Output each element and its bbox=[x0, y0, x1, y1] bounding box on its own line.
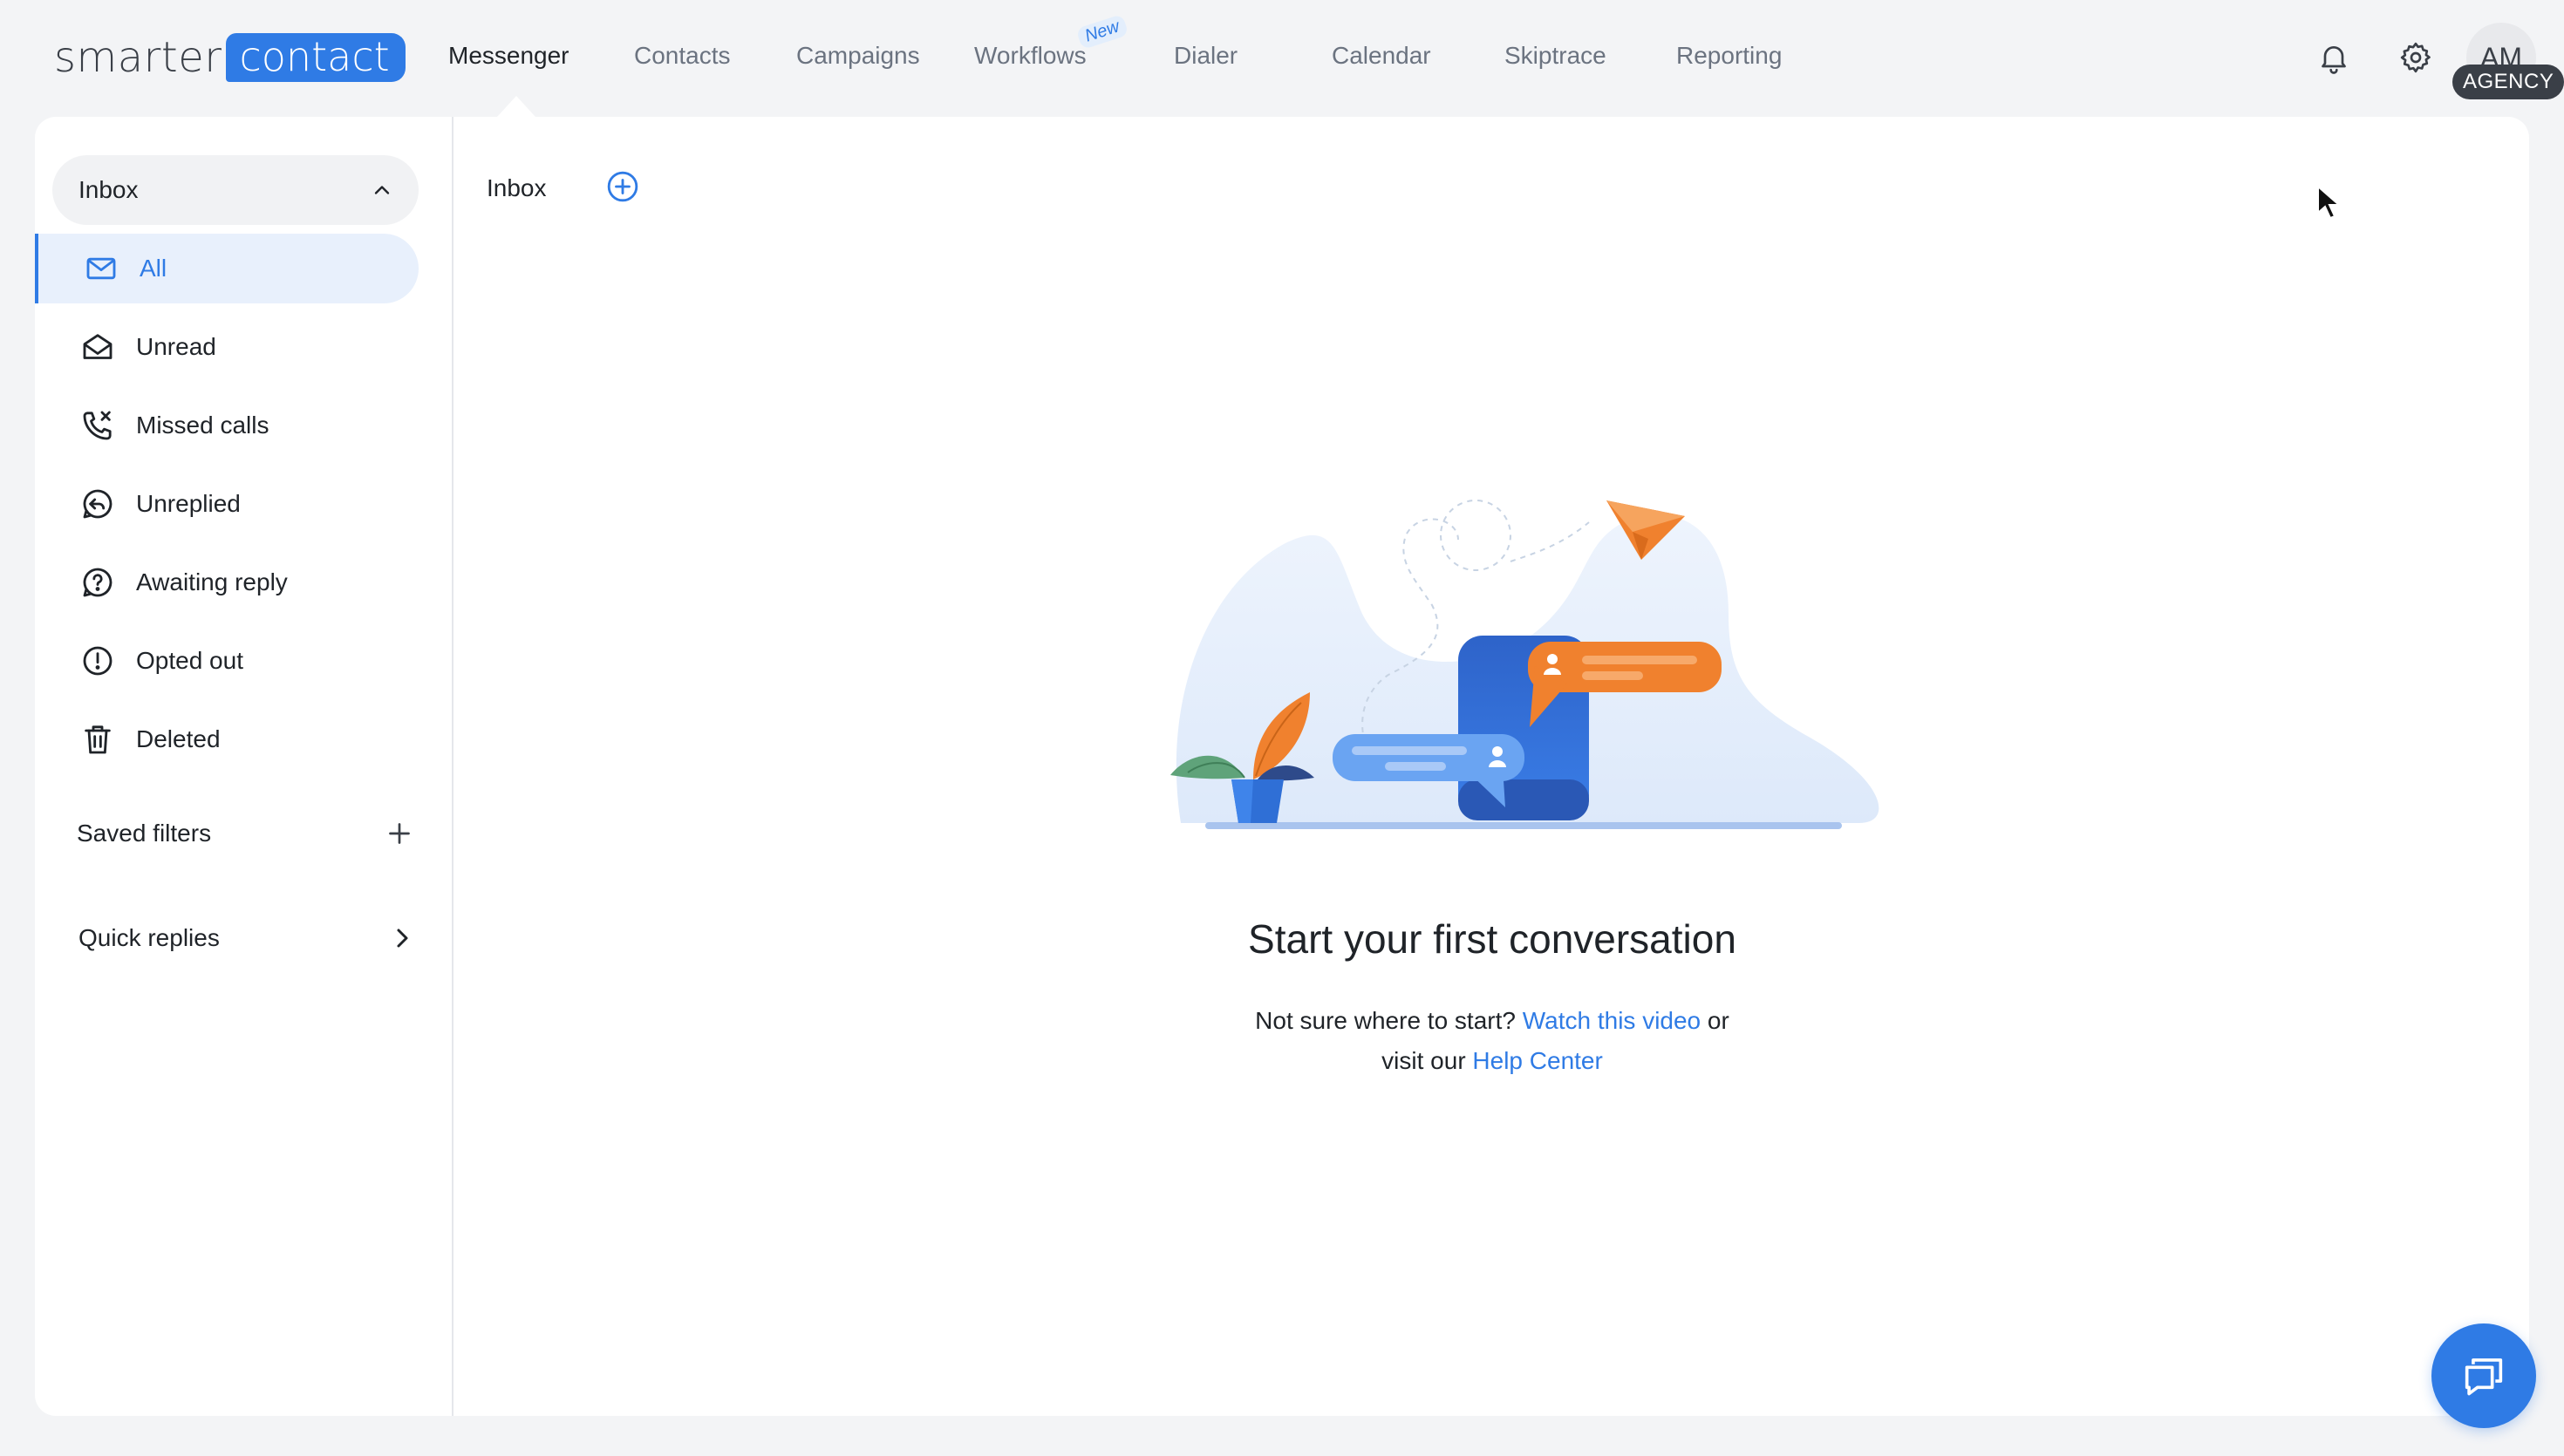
nav-messenger[interactable]: Messenger bbox=[448, 42, 569, 70]
quick-replies-label: Quick replies bbox=[78, 924, 220, 951]
gear-icon[interactable] bbox=[2395, 37, 2437, 78]
saved-filters-label: Saved filters bbox=[77, 820, 212, 847]
smarter-contact-logo[interactable]: smarter contact bbox=[54, 33, 406, 82]
workflows-new-badge: New bbox=[1075, 13, 1129, 51]
logo-text-smarter: smarter bbox=[54, 33, 222, 82]
exclamation-circle-icon bbox=[80, 643, 115, 678]
missed-call-icon bbox=[80, 408, 115, 443]
agency-badge: AGENCY bbox=[2452, 65, 2564, 99]
inbox-content: Inbox Start your first conversation Not … bbox=[455, 117, 2529, 1416]
empty-state-line-2: visit our Help Center bbox=[455, 1041, 2529, 1081]
sidebar-item-deleted[interactable]: Deleted bbox=[35, 704, 419, 774]
sidebar-item-awaiting-reply[interactable]: Awaiting reply bbox=[35, 548, 419, 617]
dashed-loop bbox=[1440, 500, 1512, 571]
nav-contacts[interactable]: Contacts bbox=[634, 42, 731, 70]
nav-calendar[interactable]: Calendar bbox=[1332, 42, 1431, 70]
saved-filters-section[interactable]: Saved filters bbox=[77, 813, 443, 856]
quick-replies-section[interactable]: Quick replies bbox=[78, 917, 445, 961]
chevron-up-icon bbox=[370, 178, 394, 207]
sidebar-item-missed-calls[interactable]: Missed calls bbox=[35, 391, 419, 460]
support-chat-button[interactable] bbox=[2431, 1323, 2536, 1428]
help-text-visit: visit our bbox=[1381, 1047, 1466, 1074]
sidebar-item-label: Missed calls bbox=[136, 412, 269, 439]
sidebar-item-label: All bbox=[140, 255, 167, 282]
sidebar-item-unreplied[interactable]: Unreplied bbox=[35, 469, 419, 539]
nav-reporting[interactable]: Reporting bbox=[1676, 42, 1782, 70]
help-text-or: or bbox=[1707, 1007, 1729, 1034]
chevron-right-icon bbox=[385, 922, 417, 954]
active-nav-indicator bbox=[497, 96, 535, 117]
ground-line bbox=[1205, 822, 1842, 829]
inbox-section-toggle[interactable]: Inbox bbox=[52, 155, 419, 225]
reply-bubble-icon bbox=[80, 486, 115, 521]
help-text-prefix: Not sure where to start? bbox=[1255, 1007, 1516, 1034]
empty-state-help-text: Not sure where to start? Watch this vide… bbox=[455, 1001, 2529, 1081]
sidebar-item-all[interactable]: All bbox=[35, 234, 419, 303]
empty-state-line-1: Not sure where to start? Watch this vide… bbox=[455, 1001, 2529, 1041]
chat-bubbles-icon bbox=[2465, 1358, 2503, 1396]
main-panel: Inbox All Unread Missed calls Unreplied … bbox=[35, 117, 2529, 1416]
empty-state-illustration bbox=[1170, 500, 1879, 829]
open-envelope-icon bbox=[80, 330, 115, 364]
question-bubble-icon bbox=[80, 565, 115, 600]
nav-skiptrace[interactable]: Skiptrace bbox=[1504, 42, 1606, 70]
sidebar: Inbox All Unread Missed calls Unreplied … bbox=[35, 117, 453, 1416]
sidebar-item-label: Awaiting reply bbox=[136, 568, 288, 595]
trash-icon bbox=[80, 722, 115, 757]
sidebar-item-unread[interactable]: Unread bbox=[35, 312, 419, 382]
logo-text-contact: contact bbox=[225, 33, 406, 82]
mouse-cursor-icon bbox=[2317, 185, 2342, 220]
sidebar-item-label: Unreplied bbox=[136, 490, 241, 517]
inbox-section-label: Inbox bbox=[78, 176, 139, 203]
sidebar-item-label: Opted out bbox=[136, 647, 243, 674]
help-center-link[interactable]: Help Center bbox=[1472, 1047, 1602, 1074]
bell-icon[interactable] bbox=[2313, 37, 2355, 78]
phone-bottom bbox=[1458, 779, 1589, 820]
page-title: Inbox bbox=[487, 174, 547, 201]
nav-workflows[interactable]: Workflows bbox=[974, 42, 1087, 70]
empty-state-title: Start your first conversation bbox=[1248, 916, 1736, 962]
sidebar-item-opted-out[interactable]: Opted out bbox=[35, 626, 419, 696]
envelope-icon bbox=[84, 251, 119, 286]
sidebar-item-label: Unread bbox=[136, 333, 216, 360]
sidebar-item-label: Deleted bbox=[136, 725, 221, 752]
nav-campaigns[interactable]: Campaigns bbox=[796, 42, 920, 70]
plus-icon[interactable] bbox=[384, 818, 415, 849]
add-circle-icon[interactable] bbox=[605, 169, 640, 204]
watch-video-link[interactable]: Watch this video bbox=[1523, 1007, 1701, 1034]
nav-dialer[interactable]: Dialer bbox=[1174, 42, 1238, 70]
flight-path-tail bbox=[1510, 521, 1590, 562]
top-bar: smarter contact Messenger Contacts Campa… bbox=[0, 0, 2564, 117]
